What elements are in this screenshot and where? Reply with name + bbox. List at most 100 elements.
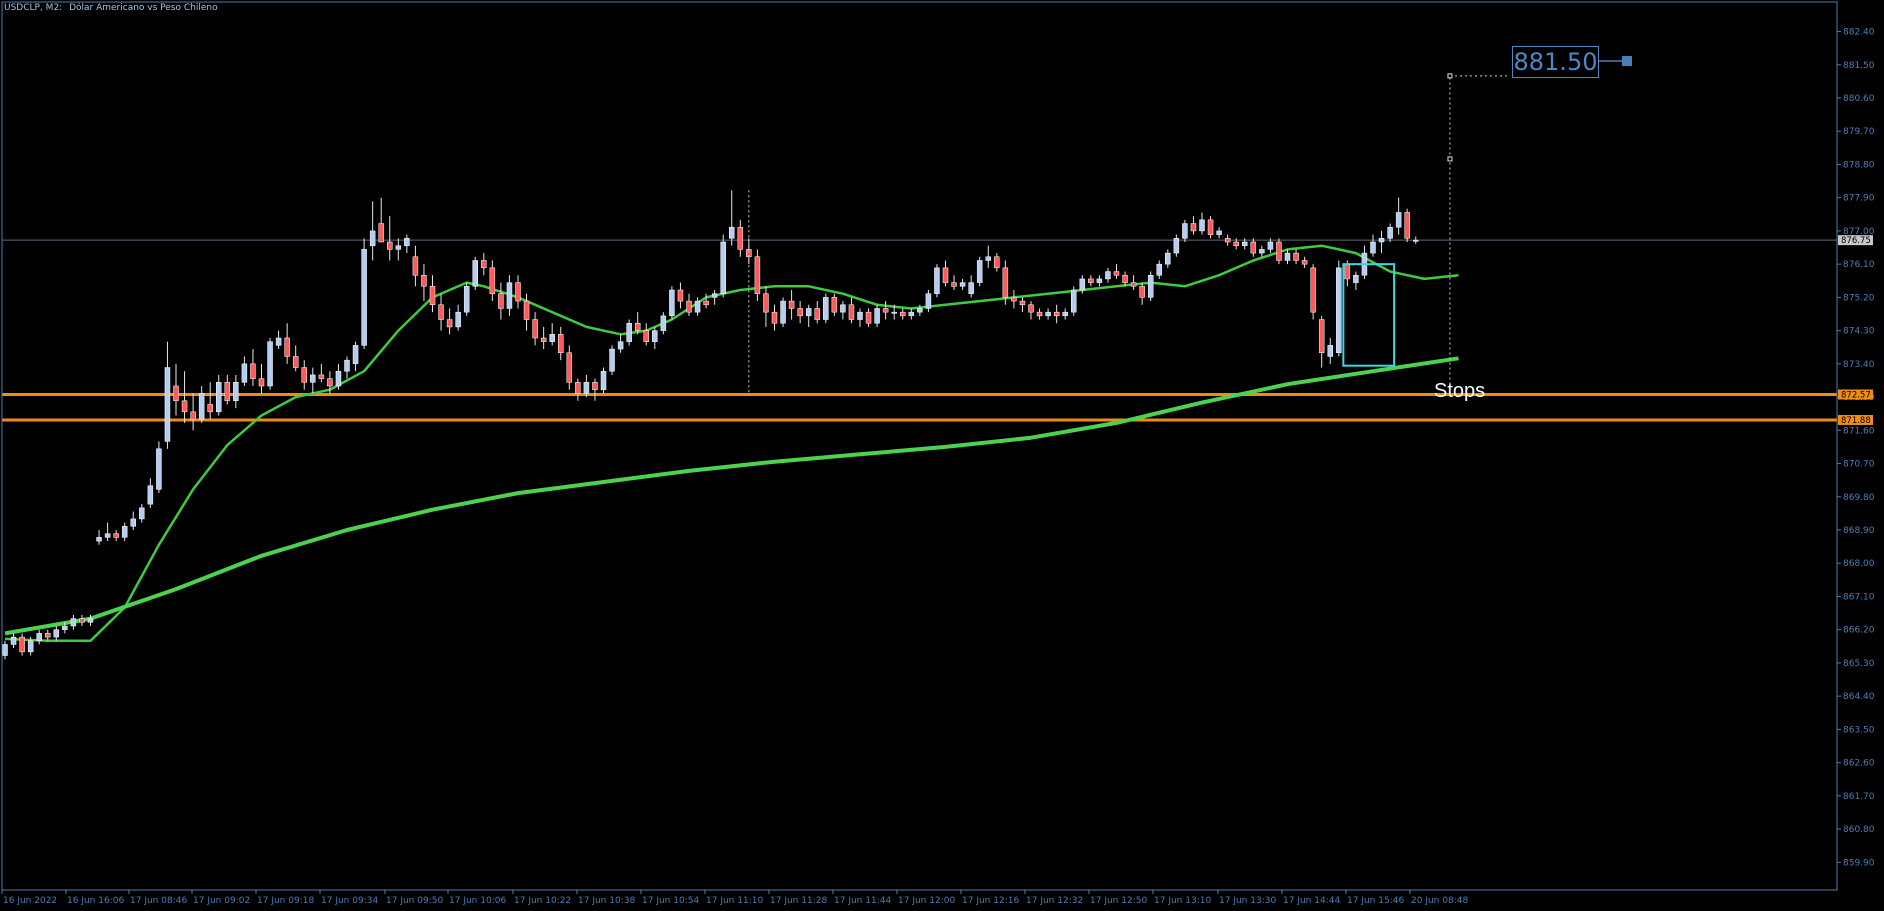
candle-body: [788, 300, 795, 309]
candle-body: [515, 282, 521, 302]
candle-body: [156, 448, 162, 490]
x-tick-label: 17 Jun 12:32: [1026, 896, 1083, 906]
candle: [233, 374, 239, 409]
x-tick-label: 17 Jun 11:10: [706, 896, 763, 906]
candle: [788, 290, 795, 320]
candle: [592, 378, 598, 401]
candle-body: [968, 282, 974, 294]
candle-body: [318, 374, 325, 379]
candle-body: [506, 282, 513, 309]
candle: [1199, 212, 1205, 235]
candle-body: [1387, 226, 1393, 239]
candle: [1139, 282, 1145, 305]
candle-body: [831, 297, 838, 313]
candle: [805, 304, 812, 327]
candle: [1387, 223, 1393, 242]
candle: [113, 530, 119, 542]
candle: [506, 275, 513, 316]
candle-body: [1165, 252, 1171, 265]
y-tick-label: 871.60: [1843, 426, 1875, 436]
candle-body: [805, 308, 812, 317]
candle-body: [1378, 238, 1385, 243]
current-price-tag-label: 876.75: [1841, 236, 1871, 246]
highlight-box-rect: [1342, 263, 1396, 367]
candle: [318, 363, 325, 383]
candle: [250, 349, 256, 386]
candle-body: [600, 370, 607, 390]
candles: [2, 190, 1419, 660]
candle-body: [643, 330, 649, 342]
candle: [130, 511, 136, 530]
candle: [310, 367, 316, 394]
candle-body: [1199, 219, 1205, 232]
x-tick-label: 20 Jun 08:48: [1411, 896, 1468, 906]
candle-body: [549, 334, 555, 342]
candle-body: [164, 367, 171, 442]
candle: [481, 253, 487, 276]
candle-body: [1336, 267, 1342, 354]
candle: [831, 293, 838, 316]
candle: [925, 290, 932, 313]
candle: [1165, 249, 1171, 268]
candle: [395, 238, 402, 261]
candle-body: [1156, 263, 1162, 276]
candle-body: [1096, 278, 1103, 283]
candle-body: [250, 363, 256, 379]
candle: [994, 253, 1000, 272]
candle: [1156, 260, 1162, 279]
candle: [258, 363, 265, 394]
projection-marker: [1447, 156, 1453, 162]
candle: [848, 297, 855, 324]
candle: [1216, 227, 1222, 239]
candle-body: [848, 304, 855, 320]
candle: [865, 308, 872, 327]
candle-body: [335, 370, 342, 387]
candle-body: [498, 293, 504, 309]
candle-body: [1079, 278, 1086, 291]
candle-body: [1276, 241, 1282, 261]
candle-body: [62, 625, 68, 630]
candle-body: [934, 267, 940, 294]
x-tick-label: 17 Jun 09:50: [386, 896, 443, 906]
candle: [882, 301, 889, 320]
candle: [1413, 236, 1419, 244]
candle: [711, 290, 718, 305]
candle: [36, 629, 42, 645]
y-tick-label: 870.70: [1843, 460, 1875, 470]
candle-body: [1105, 271, 1111, 280]
candle: [1036, 308, 1043, 320]
candle: [1105, 267, 1111, 283]
candle: [156, 441, 162, 494]
price-target-label[interactable]: 881.50: [1512, 46, 1599, 78]
candle-body: [113, 533, 119, 538]
moving-averages: [4, 244, 1459, 643]
x-tick-label: 17 Jun 10:54: [642, 896, 699, 906]
x-tick-label: 17 Jun 09:02: [193, 896, 250, 906]
candle-body: [327, 378, 333, 387]
candle-body: [45, 633, 51, 638]
x-tick-label: 17 Jun 13:10: [1154, 896, 1211, 906]
candle: [823, 293, 829, 324]
candle: [558, 326, 564, 361]
candle-body: [1395, 212, 1402, 228]
candle-body: [1053, 311, 1060, 317]
x-tick-label: 16 Jun 16:06: [67, 896, 124, 906]
candle-body: [130, 518, 136, 527]
price-chart[interactable]: 882.40881.50880.60879.70878.80877.90877.…: [0, 0, 1884, 911]
candle: [763, 286, 769, 327]
moving-average-fast: [4, 244, 1459, 643]
moving-average-slow: [4, 356, 1459, 636]
candle-body: [634, 322, 641, 331]
candle-body: [1284, 252, 1291, 261]
candle: [267, 338, 273, 390]
candle: [216, 374, 222, 416]
candle-body: [1267, 241, 1274, 250]
candle: [1182, 219, 1188, 242]
candle-body: [1327, 345, 1333, 357]
y-tick-label: 882.40: [1843, 28, 1875, 38]
candle: [1327, 338, 1333, 364]
stops-level-tag-label: 871.88: [1841, 416, 1871, 426]
candle-body: [310, 374, 316, 383]
y-tick-label: 878.80: [1843, 160, 1875, 170]
candle-body: [190, 411, 196, 420]
